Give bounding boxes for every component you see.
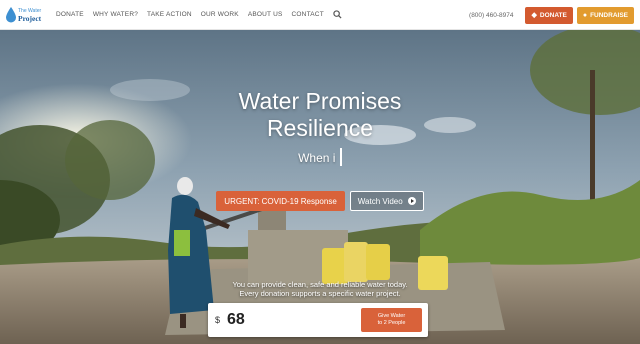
hero-cta-row: URGENT: COVID-19 Response Watch Video (0, 191, 640, 211)
fundraise-button[interactable]: ● FUNDRAISE (576, 6, 634, 24)
tagline-line-2: Every donation supports a specific water… (239, 289, 401, 298)
give-water-button[interactable]: Give Water to 2 People (361, 308, 422, 332)
typing-text: When i (0, 148, 640, 166)
play-icon (407, 197, 416, 205)
donate-button[interactable]: ◆ DONATE (525, 6, 573, 24)
give-water-label-2: to 2 People (377, 320, 406, 326)
menu-item-why-water[interactable]: WHY WATER? (93, 11, 138, 18)
hero-tagline: You can provide clean, safe and reliable… (0, 280, 640, 298)
top-navigation: The Water Project DONATE WHY WATER? TAKE… (0, 0, 640, 30)
text-caret (340, 148, 342, 166)
headline-line-2: Resilience (266, 115, 374, 141)
donate-button-label: DONATE (539, 11, 567, 19)
water-drop-icon (6, 6, 16, 22)
people-icon: ● (582, 11, 588, 19)
watch-video-label: Watch Video (357, 196, 403, 206)
covid-response-label: URGENT: COVID-19 Response (224, 196, 337, 206)
watch-video-button[interactable]: Watch Video (349, 191, 424, 211)
search-icon[interactable] (333, 10, 342, 19)
tagline-line-1: You can provide clean, safe and reliable… (232, 280, 408, 289)
fundraise-button-label: FUNDRAISE (590, 11, 628, 19)
menu-item-donate[interactable]: DONATE (56, 11, 84, 18)
logo[interactable]: The Water Project (6, 2, 46, 28)
donation-amount-input[interactable] (227, 311, 348, 329)
donation-form: $ Give Water to 2 People (208, 303, 428, 337)
menu-item-about-us[interactable]: ABOUT US (248, 11, 283, 18)
phone-number[interactable]: (800) 460-8974 (469, 12, 513, 19)
menu-item-take-action[interactable]: TAKE ACTION (147, 11, 192, 18)
logo-line-2: Project (18, 13, 42, 23)
menu-item-contact[interactable]: CONTACT (292, 11, 324, 18)
menu-item-our-work[interactable]: OUR WORK (201, 11, 239, 18)
drop-icon: ◆ (531, 12, 537, 19)
give-water-label-1: Give Water (377, 313, 406, 319)
headline-line-1: Water Promises (238, 88, 402, 114)
hero-headline: Water Promises Resilience (0, 88, 640, 142)
covid-response-button[interactable]: URGENT: COVID-19 Response (216, 191, 345, 211)
currency-symbol: $ (215, 315, 221, 325)
typing-text-value: When i (298, 151, 336, 165)
main-menu: DONATE WHY WATER? TAKE ACTION OUR WORK A… (56, 10, 342, 19)
